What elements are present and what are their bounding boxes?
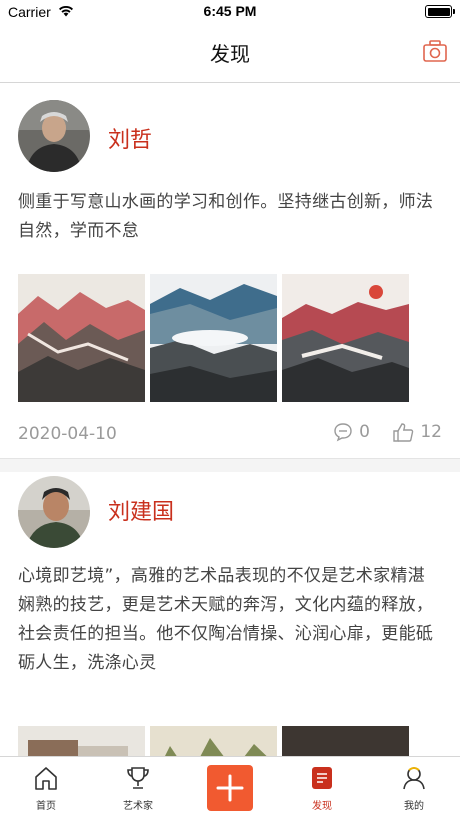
battery-icon xyxy=(425,5,455,18)
tab-label: 发现 xyxy=(312,801,332,812)
comment-icon xyxy=(334,423,352,442)
painting-thumbnail[interactable] xyxy=(18,726,145,756)
tab-home[interactable]: 首页 xyxy=(0,757,92,819)
status-bar: Carrier 6:45 PM xyxy=(0,0,460,24)
tab-discover[interactable]: 发现 xyxy=(276,757,368,819)
nav-bar: 发现 xyxy=(0,24,460,83)
camera-icon[interactable] xyxy=(422,38,448,64)
like-count: 12 xyxy=(420,422,442,442)
thumbs-up-icon xyxy=(393,423,414,442)
tab-label: 首页 xyxy=(36,801,56,812)
user-icon xyxy=(403,767,425,790)
post-date: 2020-04-10 xyxy=(18,424,117,444)
avatar[interactable] xyxy=(18,100,90,172)
tab-label: 艺术家 xyxy=(123,801,153,812)
add-post-button[interactable] xyxy=(207,765,253,811)
discover-feed[interactable]: 刘哲 侧重于写意山水画的学习和创作。坚持继古创新，师法自然，学而不怠 2020-… xyxy=(0,84,460,756)
trophy-icon xyxy=(127,767,149,789)
clock: 6:45 PM xyxy=(203,3,257,19)
post-card[interactable]: 刘建国 心境即艺境”，高雅的艺术品表现的不仅是艺术家精湛娴熟的技艺，更是艺术天赋… xyxy=(0,472,460,756)
tab-bar: 首页 艺术家 发现 我的 xyxy=(0,756,460,818)
image-row xyxy=(18,274,442,402)
artist-name[interactable]: 刘建国 xyxy=(108,494,174,526)
painting-thumbnail[interactable] xyxy=(18,274,145,402)
plus-icon xyxy=(216,774,244,802)
tab-label: 我的 xyxy=(404,801,424,812)
discover-icon xyxy=(312,767,332,789)
tab-artists[interactable]: 艺术家 xyxy=(92,757,184,819)
avatar[interactable] xyxy=(18,476,90,548)
artist-name[interactable]: 刘哲 xyxy=(108,122,152,154)
tab-mine[interactable]: 我的 xyxy=(368,757,460,819)
post-card[interactable]: 刘哲 侧重于写意山水画的学习和创作。坚持继古创新，师法自然，学而不怠 2020-… xyxy=(0,84,460,458)
painting-thumbnail[interactable] xyxy=(150,274,277,402)
painting-thumbnail[interactable] xyxy=(282,274,409,402)
home-icon xyxy=(35,767,57,790)
comment-button[interactable]: 0 xyxy=(333,422,370,442)
painting-thumbnail[interactable] xyxy=(150,726,277,756)
image-row xyxy=(18,726,442,756)
comment-count: 0 xyxy=(359,422,370,442)
like-button[interactable]: 12 xyxy=(392,422,442,442)
page-title: 发现 xyxy=(210,42,250,66)
post-meta: 2020-04-10 0 12 xyxy=(18,402,442,462)
painting-thumbnail[interactable] xyxy=(282,726,409,756)
